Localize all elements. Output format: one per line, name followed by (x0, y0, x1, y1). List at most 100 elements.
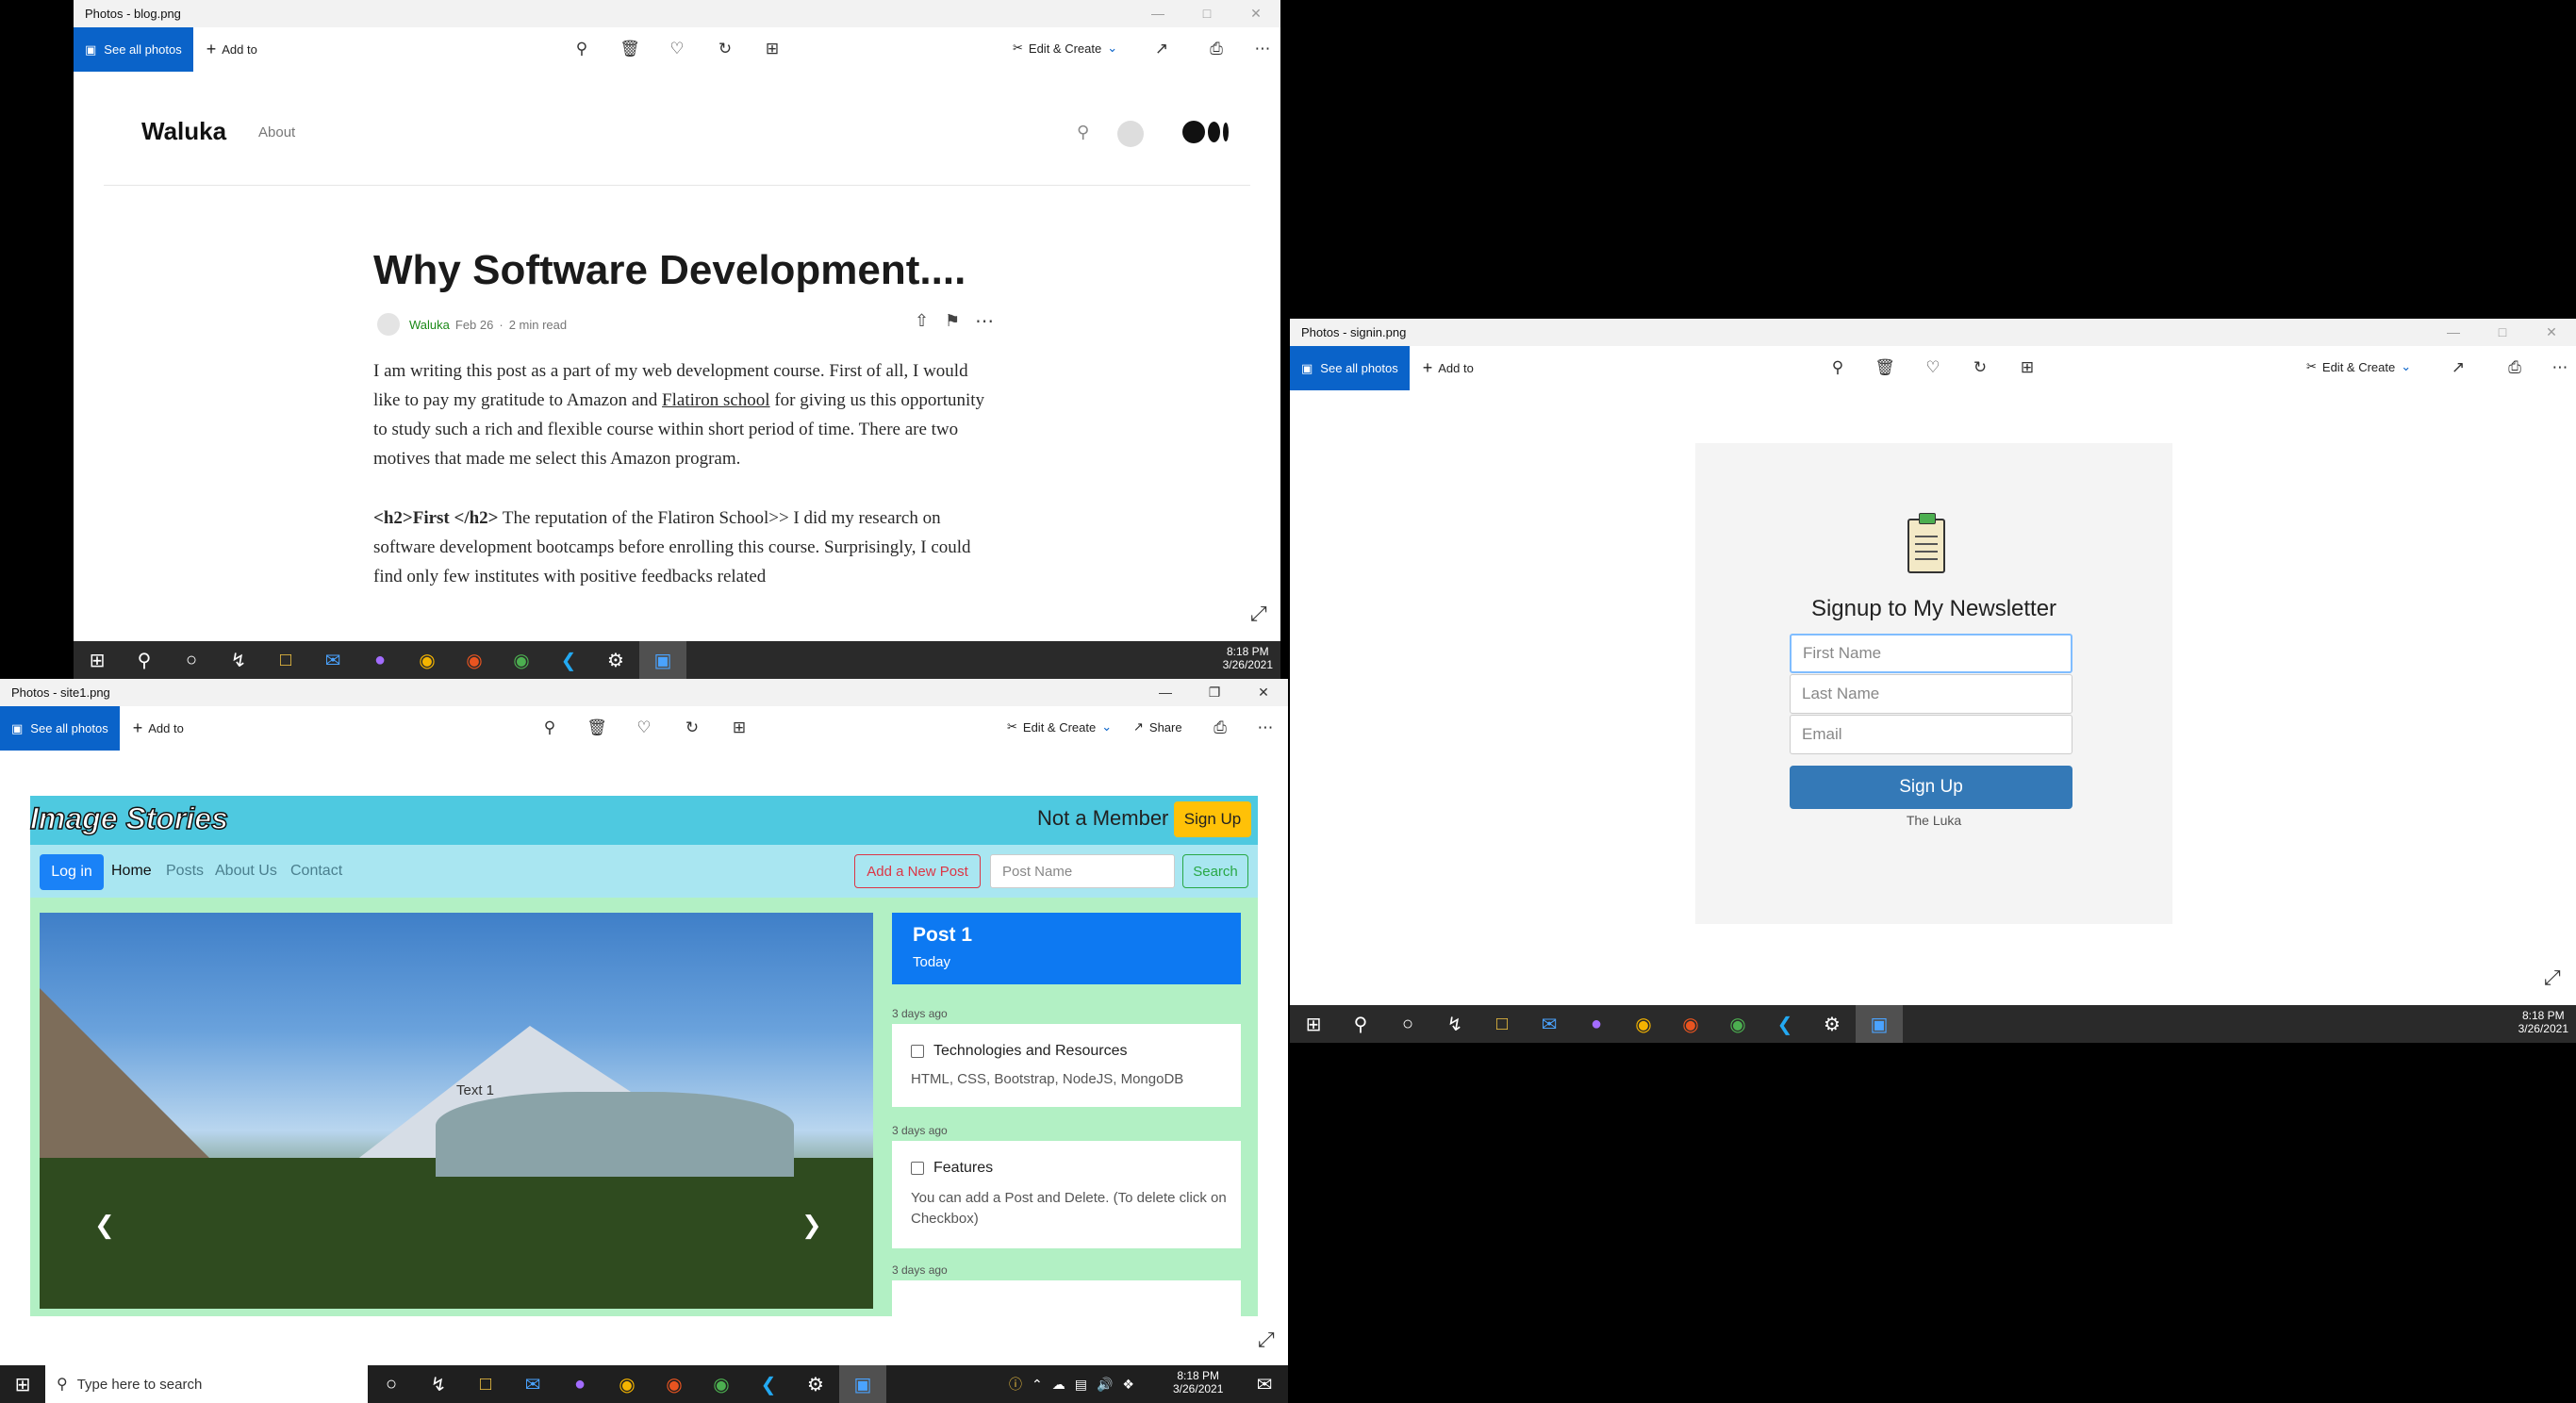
delete-checkbox[interactable] (911, 1044, 924, 1058)
settings-icon[interactable]: ⚙ (792, 1365, 839, 1403)
see-all-photos-button[interactable]: ▣ See all photos (74, 27, 193, 72)
chevron-up-icon[interactable]: ⌃ (1032, 1377, 1043, 1393)
expand-icon[interactable]: ⤢ (1258, 1328, 1275, 1352)
expand-icon[interactable]: ⤢ (1250, 602, 1267, 626)
messenger-icon[interactable]: ● (356, 641, 404, 679)
post-name-input[interactable]: Post Name (990, 854, 1175, 888)
messenger-icon[interactable]: ● (556, 1365, 603, 1403)
carousel-next-icon[interactable]: ❯ (801, 1211, 822, 1240)
bookmark-icon[interactable]: ⚑ (945, 311, 960, 331)
crop-icon[interactable]: ⊞ (762, 39, 783, 59)
more-options-icon[interactable]: ⋯ (975, 309, 994, 333)
favorite-icon[interactable]: ♡ (1923, 357, 1943, 378)
messenger-icon[interactable]: ● (1573, 1005, 1620, 1043)
clock[interactable]: 8:18 PM 3/26/2021 (2518, 1009, 2568, 1035)
last-name-field[interactable]: Last Name (1790, 674, 2072, 714)
expand-icon[interactable]: ⤢ (2544, 966, 2561, 990)
chrome-profile-icon[interactable]: ◉ (498, 641, 545, 679)
delete-icon[interactable]: 🗑 (619, 39, 640, 59)
ubuntu-icon[interactable]: ◉ (451, 641, 498, 679)
app-icon[interactable]: ↯ (215, 641, 262, 679)
share-icon[interactable]: ↗ (2448, 357, 2469, 378)
photos-app-icon[interactable]: ▣ (1856, 1005, 1903, 1043)
more-icon[interactable]: ⋯ (1252, 39, 1273, 59)
delete-checkbox[interactable] (911, 1161, 924, 1175)
medium-logo-icon[interactable] (1182, 121, 1229, 143)
crop-icon[interactable]: ⊞ (729, 718, 750, 738)
clock[interactable]: 8:18 PM 3/26/2021 (1173, 1369, 1223, 1395)
mail-icon[interactable]: ✉ (509, 1365, 556, 1403)
login-button[interactable]: Log in (40, 854, 104, 890)
see-all-photos-button[interactable]: ▣ See all photos (0, 706, 120, 751)
edit-create-button[interactable]: ✂ Edit & Create ⌄ (1007, 719, 1112, 735)
close-icon[interactable]: ✕ (1231, 0, 1280, 27)
close-icon[interactable]: ✕ (1239, 679, 1288, 706)
start-icon[interactable]: ⊞ (0, 1365, 45, 1403)
edit-create-button[interactable]: ✂ Edit & Create ⌄ (2306, 359, 2411, 374)
chrome-profile-icon[interactable]: ◉ (698, 1365, 745, 1403)
carousel-prev-icon[interactable]: ❮ (94, 1211, 115, 1240)
search-icon[interactable]: ⚲ (121, 641, 168, 679)
favorite-icon[interactable]: ♡ (634, 718, 654, 738)
add-post-button[interactable]: Add a New Post (854, 854, 981, 888)
network-icon[interactable]: ▤ (1075, 1377, 1087, 1393)
maximize-icon[interactable]: □ (2478, 319, 2527, 346)
file-explorer-icon[interactable]: □ (462, 1365, 509, 1403)
dropbox-icon[interactable]: ❖ (1122, 1377, 1134, 1393)
zoom-icon[interactable]: ⚲ (539, 718, 560, 738)
more-icon[interactable]: ⋯ (1255, 718, 1276, 738)
carousel[interactable]: Text 1 ❮ ❯ (40, 913, 873, 1309)
clock[interactable]: 8:18 PM 3/26/2021 (1223, 645, 1273, 671)
photos-app-icon[interactable]: ▣ (839, 1365, 886, 1403)
file-explorer-icon[interactable]: □ (262, 641, 309, 679)
mail-icon[interactable]: ✉ (1526, 1005, 1573, 1043)
print-icon[interactable]: ⎙ (2504, 357, 2525, 378)
crop-icon[interactable]: ⊞ (2017, 357, 2038, 378)
restore-icon[interactable]: ❐ (1190, 679, 1239, 706)
start-icon[interactable]: ⊞ (74, 641, 121, 679)
file-explorer-icon[interactable]: □ (1478, 1005, 1526, 1043)
ubuntu-icon[interactable]: ◉ (651, 1365, 698, 1403)
zoom-icon[interactable]: ⚲ (571, 39, 592, 59)
more-icon[interactable]: ⋯ (2550, 357, 2570, 378)
share-icon[interactable]: ↗ (1151, 39, 1172, 59)
search-icon[interactable]: ⚲ (1077, 123, 1089, 142)
share-post-icon[interactable]: ⇧ (915, 311, 929, 331)
delete-icon[interactable]: 🗑 (586, 718, 607, 738)
nav-about[interactable]: About (258, 124, 295, 140)
header-signup-button[interactable]: Sign Up (1174, 801, 1251, 837)
chrome-icon[interactable]: ◉ (603, 1365, 651, 1403)
vscode-icon[interactable]: ❮ (745, 1365, 792, 1403)
signup-button[interactable]: Sign Up (1790, 766, 2072, 809)
add-to-button[interactable]: + Add to (1423, 358, 1474, 378)
delete-icon[interactable]: 🗑 (1874, 357, 1895, 378)
taskbar-search-box[interactable]: ⚲ Type here to search (45, 1365, 368, 1403)
print-icon[interactable]: ⎙ (1210, 718, 1230, 738)
cortana-icon[interactable]: ○ (368, 1365, 415, 1403)
first-name-field[interactable]: First Name (1790, 634, 2072, 673)
rotate-icon[interactable]: ↻ (682, 718, 702, 738)
app-icon[interactable]: ↯ (1431, 1005, 1478, 1043)
print-icon[interactable]: ⎙ (1206, 39, 1227, 59)
chrome-icon[interactable]: ◉ (404, 641, 451, 679)
nav-posts[interactable]: Posts (166, 863, 204, 880)
flatiron-link[interactable]: Flatiron school (662, 390, 770, 410)
see-all-photos-button[interactable]: ▣ See all photos (1290, 346, 1410, 390)
author-link[interactable]: Waluka (409, 318, 450, 332)
vscode-icon[interactable]: ❮ (1761, 1005, 1808, 1043)
search-button[interactable]: Search (1182, 854, 1248, 888)
cortana-icon[interactable]: ○ (1384, 1005, 1431, 1043)
chrome-icon[interactable]: ◉ (1620, 1005, 1667, 1043)
add-to-button[interactable]: + Add to (206, 40, 257, 59)
mail-icon[interactable]: ✉ (309, 641, 356, 679)
chrome-profile-icon[interactable]: ◉ (1714, 1005, 1761, 1043)
nav-contact[interactable]: Contact (290, 863, 342, 880)
notifications-icon[interactable]: ✉ (1241, 1365, 1288, 1403)
avatar[interactable] (1117, 121, 1144, 147)
cortana-icon[interactable]: ○ (168, 641, 215, 679)
cloud-icon[interactable]: ☁ (1052, 1377, 1065, 1393)
search-icon[interactable]: ⚲ (1337, 1005, 1384, 1043)
share-button[interactable]: ↗ Share (1133, 719, 1182, 735)
ubuntu-icon[interactable]: ◉ (1667, 1005, 1714, 1043)
add-to-button[interactable]: + Add to (133, 718, 184, 738)
